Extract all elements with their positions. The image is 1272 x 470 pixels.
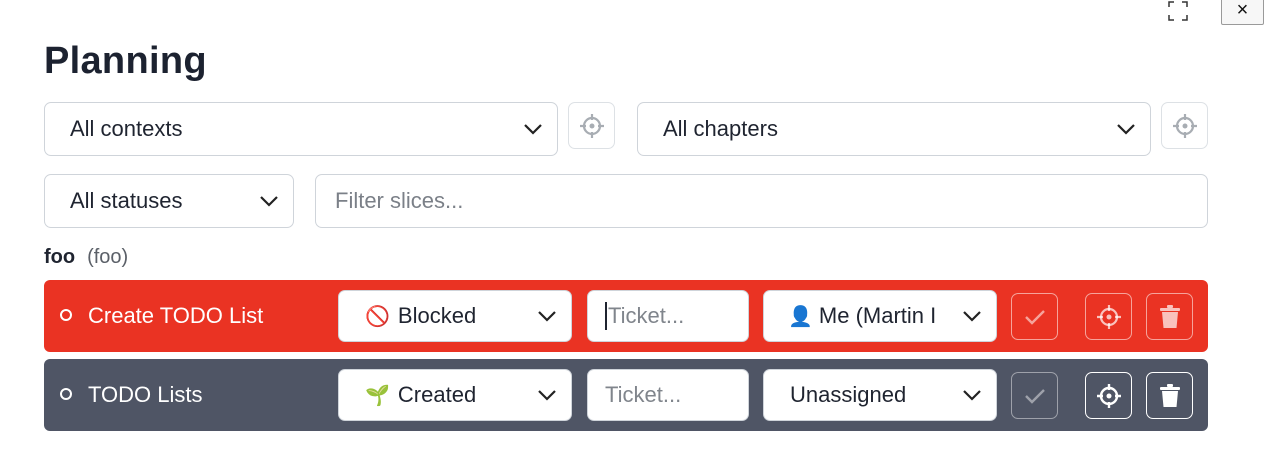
- group-detail: (foo): [87, 246, 129, 268]
- slice-filter-placeholder: Filter slices...: [335, 188, 464, 213]
- chevron-down-icon: [260, 196, 278, 207]
- context-select-value: All contexts: [70, 116, 183, 141]
- check-icon: [1024, 309, 1045, 325]
- slice-status-value: Created: [397, 382, 477, 407]
- slice-status-value: Blocked: [397, 303, 477, 328]
- group-heading: foo (foo): [44, 246, 128, 269]
- chevron-down-icon: [538, 311, 556, 322]
- page-title: Planning: [44, 40, 207, 82]
- ticket-placeholder: Ticket...: [605, 382, 682, 407]
- complete-button[interactable]: [1011, 372, 1058, 419]
- chevron-down-icon: [963, 390, 981, 401]
- text-caret: [605, 302, 607, 330]
- crosshair-icon: [1096, 383, 1121, 408]
- seedling-icon: 🌱: [365, 384, 390, 407]
- slice-status-select[interactable]: 🌱 Created: [338, 369, 572, 421]
- blocked-icon: 🚫: [365, 305, 390, 328]
- delete-button[interactable]: [1146, 372, 1193, 419]
- ticket-placeholder: Ticket...: [608, 303, 685, 328]
- slice-name[interactable]: TODO Lists: [88, 382, 203, 408]
- user-icon: 👤: [788, 305, 813, 328]
- slice-status-circle[interactable]: [60, 309, 72, 321]
- assignee-select[interactable]: 👤 Me (Martin I: [763, 290, 997, 342]
- group-name: foo: [44, 246, 76, 268]
- trash-icon: [1159, 383, 1180, 407]
- assignee-select[interactable]: Unassigned: [763, 369, 997, 421]
- slice-status-circle[interactable]: [60, 388, 72, 400]
- fullscreen-button[interactable]: [1166, 0, 1190, 22]
- status-select-value: All statuses: [70, 188, 183, 213]
- ticket-input[interactable]: Ticket...: [587, 369, 749, 421]
- chapter-select[interactable]: All chapters: [637, 102, 1151, 156]
- chevron-down-icon: [962, 310, 982, 322]
- ticket-input[interactable]: Ticket...: [587, 290, 749, 342]
- focus-slice-button[interactable]: [1085, 293, 1132, 340]
- context-select[interactable]: All contexts: [44, 102, 558, 156]
- crosshair-icon: [1096, 304, 1121, 329]
- slice-filter-input[interactable]: Filter slices...: [315, 174, 1208, 228]
- fullscreen-icon: [1168, 1, 1188, 21]
- chevron-down-icon: [524, 124, 542, 135]
- check-icon: [1024, 388, 1045, 404]
- chevron-down-icon: [538, 390, 556, 401]
- focus-chapter-button[interactable]: [1161, 102, 1208, 149]
- focus-context-button[interactable]: [568, 102, 615, 149]
- close-button[interactable]: ×: [1221, 0, 1264, 25]
- slice-row: Create TODO List 🚫 Blocked Ticket... 👤 M…: [44, 280, 1208, 352]
- crosshair-icon: [579, 113, 604, 138]
- focus-slice-button[interactable]: [1085, 372, 1132, 419]
- chapter-select-value: All chapters: [663, 116, 778, 141]
- delete-button[interactable]: [1146, 293, 1193, 340]
- assignee-value: Unassigned: [790, 382, 907, 407]
- status-select[interactable]: All statuses: [44, 174, 294, 228]
- trash-icon: [1159, 304, 1180, 328]
- slice-status-select[interactable]: 🚫 Blocked: [338, 290, 572, 342]
- complete-button[interactable]: [1011, 293, 1058, 340]
- chevron-down-icon: [1117, 124, 1135, 135]
- assignee-value: Me (Martin I: [818, 303, 937, 328]
- slice-name[interactable]: Create TODO List: [88, 303, 263, 329]
- crosshair-icon: [1172, 113, 1197, 138]
- slice-row: TODO Lists 🌱 Created Ticket... Unassigne…: [44, 359, 1208, 431]
